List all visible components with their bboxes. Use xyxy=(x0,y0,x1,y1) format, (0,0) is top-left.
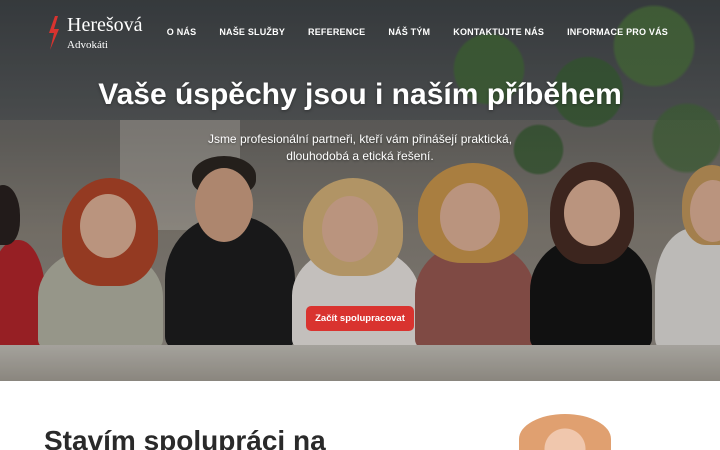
nav-item-nase-sluzby[interactable]: NAŠE SLUŽBY xyxy=(219,27,285,37)
nav-item-kontaktujte-nas[interactable]: KONTAKTUJTE NÁS xyxy=(453,27,544,37)
brand-text: Herešová Advokáti xyxy=(67,14,143,51)
brand-name: Herešová xyxy=(67,14,143,36)
section-portrait xyxy=(519,414,611,450)
nav-item-reference[interactable]: REFERENCE xyxy=(308,27,365,37)
brand-subtitle: Advokáti xyxy=(67,39,108,51)
start-cooperation-button[interactable]: Začít spolupracovat xyxy=(306,306,414,331)
nav-item-o-nas[interactable]: O NÁS xyxy=(167,27,197,37)
hero-subtitle: Jsme profesionální partneři, kteří vám p… xyxy=(207,132,513,163)
hero-section: Herešová Advokáti O NÁS NAŠE SLUŽBY REFE… xyxy=(0,0,720,381)
nav-item-nas-tym[interactable]: NÁŠ TÝM xyxy=(388,27,430,37)
brand-mark-icon xyxy=(49,16,59,50)
section-title: Stavím spolupráci na xyxy=(44,425,326,450)
main-nav: O NÁS NAŠE SLUŽBY REFERENCE NÁŠ TÝM KONT… xyxy=(167,27,668,37)
hero-title: Vaše úspěchy jsou i naším příběhem xyxy=(98,78,622,111)
brand-logo[interactable]: Herešová Advokáti xyxy=(48,14,143,51)
nav-item-informace-pro-vas[interactable]: INFORMACE PRO VÁS xyxy=(567,27,668,37)
